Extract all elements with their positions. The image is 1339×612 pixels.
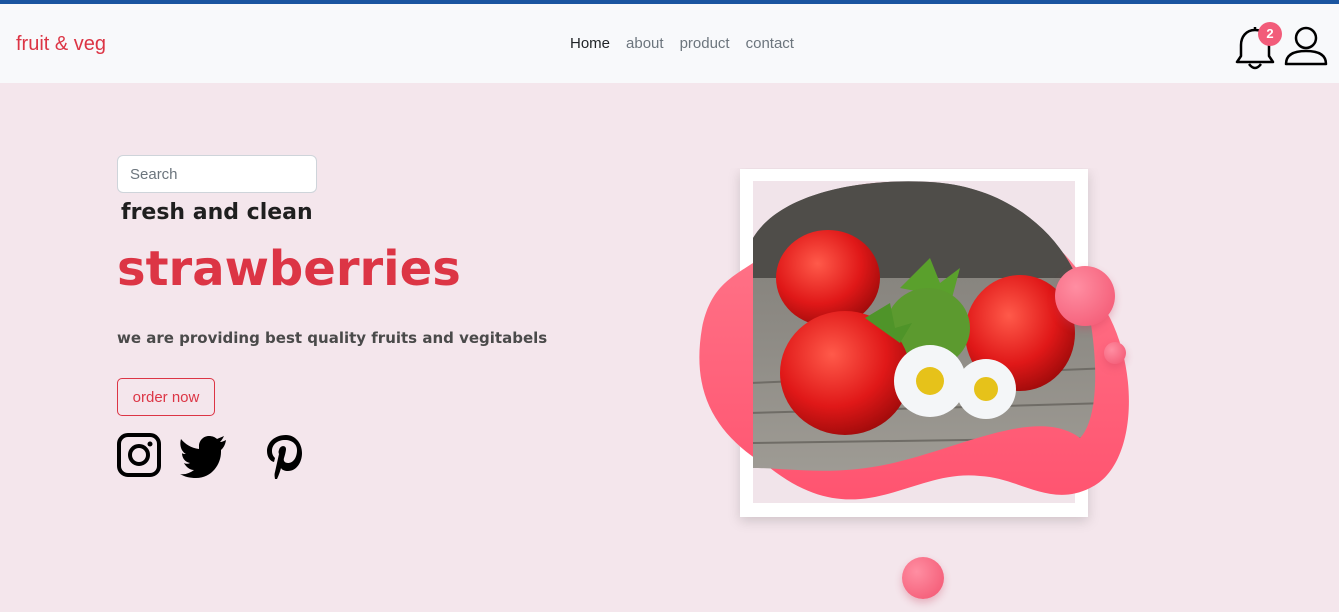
nav-link-about[interactable]: about xyxy=(626,35,664,52)
nav-links: Home about product contact xyxy=(570,35,810,52)
hero-visual-illustration xyxy=(699,169,1129,517)
search-input[interactable] xyxy=(117,155,317,193)
notifications-button[interactable]: 2 xyxy=(1234,22,1282,72)
instagram-link[interactable] xyxy=(116,432,162,483)
twitter-icon xyxy=(180,436,226,478)
hero-title: strawberries xyxy=(117,241,461,297)
user-account-button[interactable] xyxy=(1283,24,1329,70)
nav-link-home[interactable]: Home xyxy=(570,35,610,52)
hero-image-group xyxy=(690,168,1150,599)
nav-link-contact[interactable]: contact xyxy=(746,35,794,52)
hero-tagline: we are providing best quality fruits and… xyxy=(117,329,548,347)
nav-link-product[interactable]: product xyxy=(680,35,730,52)
user-icon xyxy=(1284,26,1328,66)
pinterest-icon xyxy=(267,435,302,479)
decorative-bubble-large xyxy=(1055,266,1115,326)
twitter-link[interactable] xyxy=(179,432,229,483)
navbar: fruit & veg Home about product contact 2 xyxy=(0,4,1339,83)
pinterest-link[interactable] xyxy=(264,432,308,485)
order-now-button[interactable]: order now xyxy=(117,378,215,416)
decorative-bubble-bottom xyxy=(902,557,944,599)
hero-subtitle: fresh and clean xyxy=(121,200,313,225)
instagram-icon xyxy=(117,433,161,477)
decorative-bubble-small xyxy=(1104,342,1126,364)
brand-logo[interactable]: fruit & veg xyxy=(16,33,106,56)
hero-section: fresh and clean strawberries we are prov… xyxy=(0,83,1339,612)
notification-badge: 2 xyxy=(1258,22,1282,46)
